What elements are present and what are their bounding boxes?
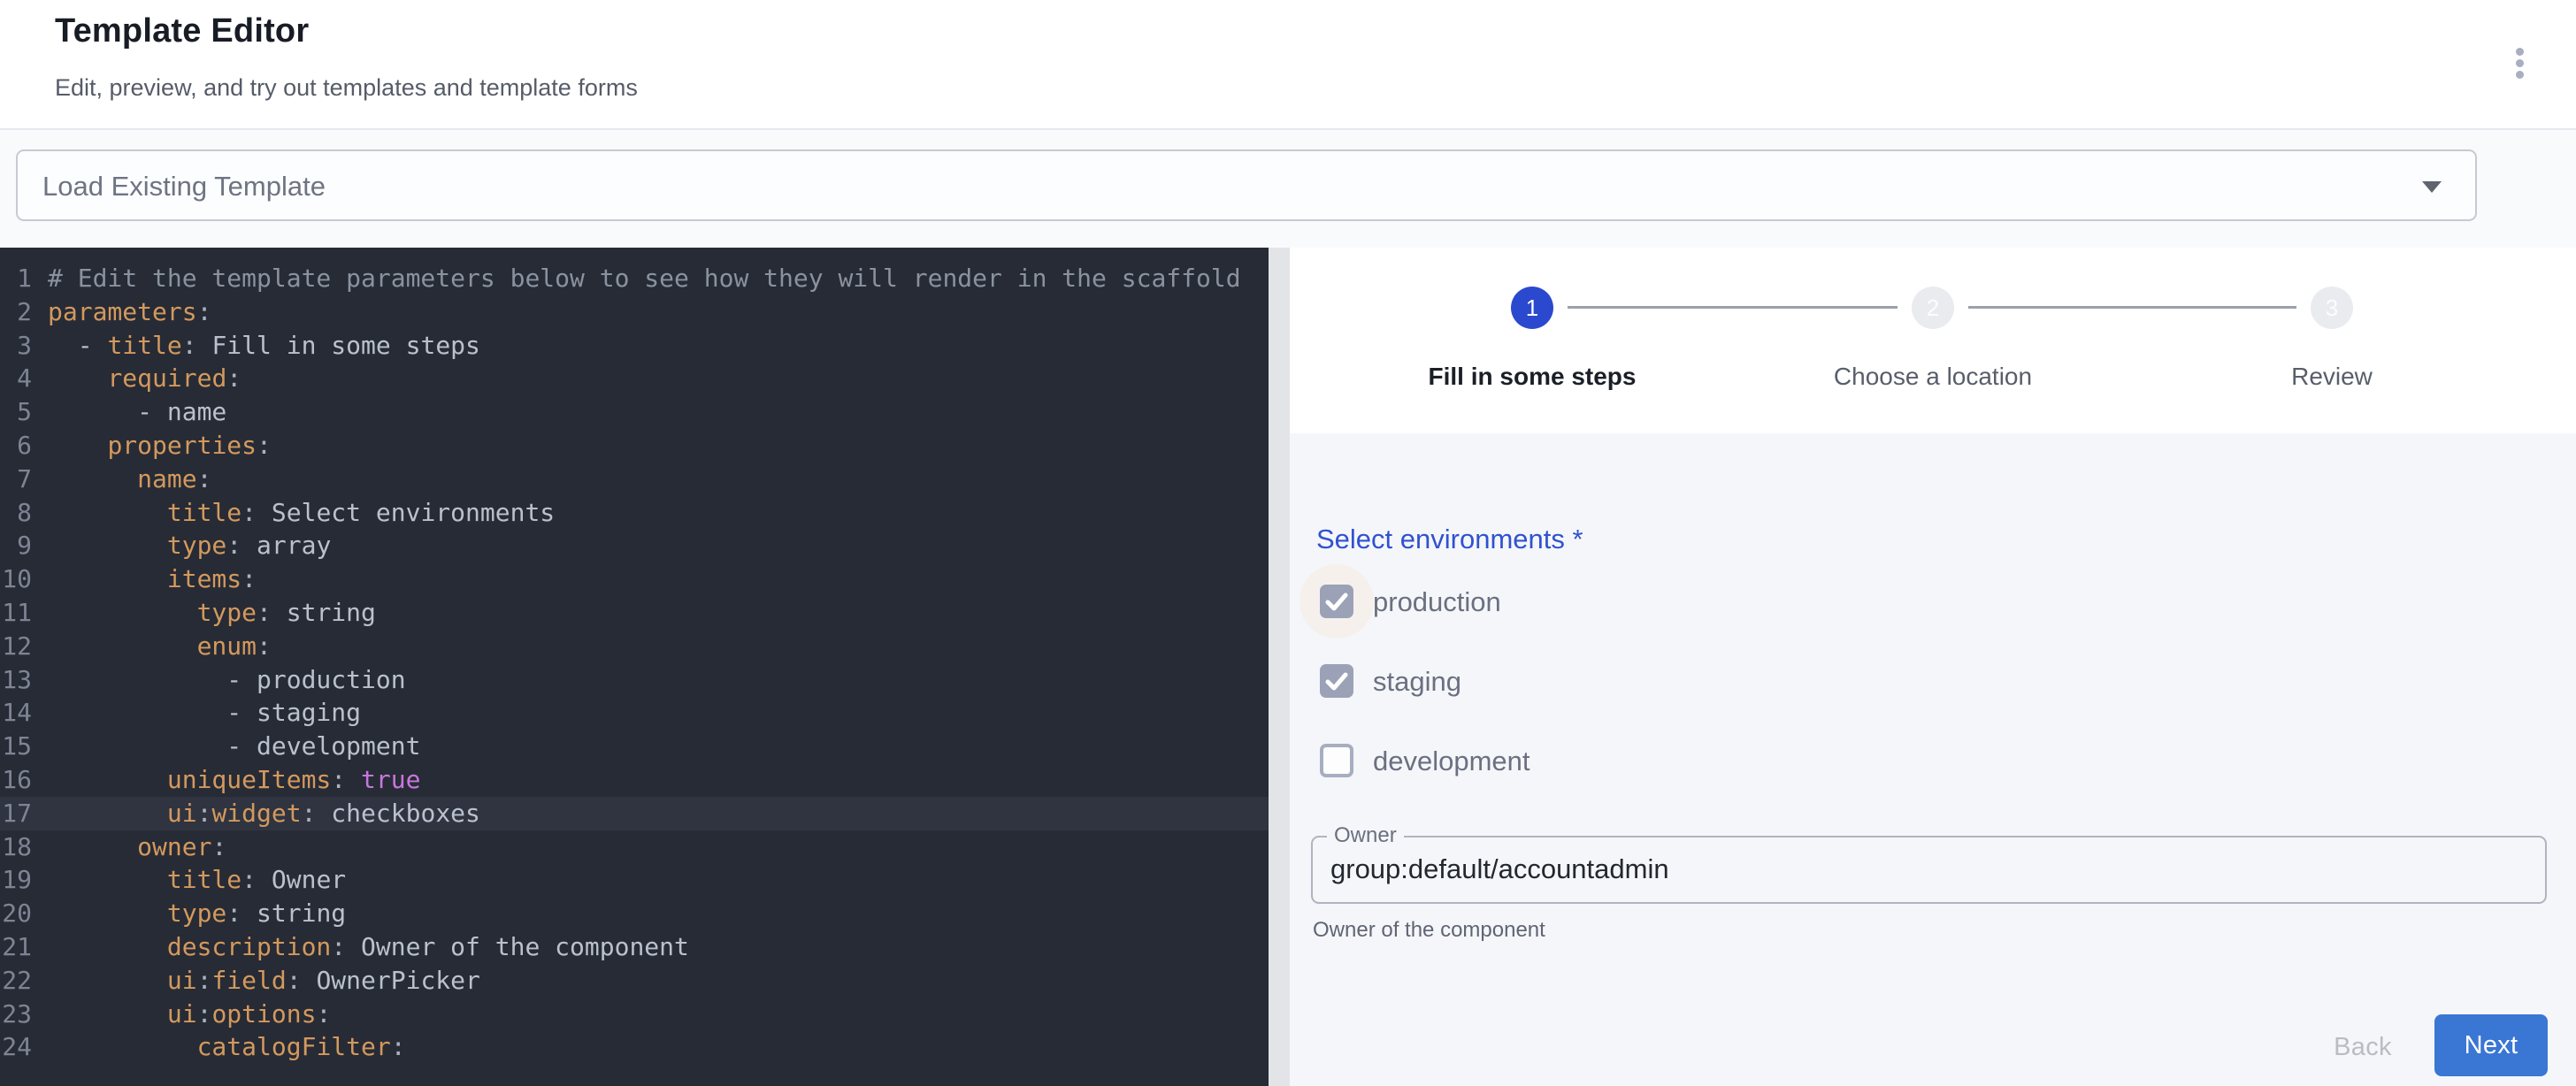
code-line[interactable]: 18 owner: — [0, 830, 1269, 864]
load-template-row: Load Existing Template — [0, 130, 2576, 248]
select-environments-label: Select environments * — [1316, 524, 1583, 555]
line-number: 1 — [0, 262, 32, 295]
code-line[interactable]: 13 - production — [0, 663, 1269, 697]
owner-field-value[interactable]: group:default/accountadmin — [1330, 853, 1669, 885]
step-circle-3[interactable]: 3 — [2311, 287, 2353, 329]
next-button[interactable]: Next — [2434, 1014, 2548, 1076]
code-line[interactable]: 23 ui:options: — [0, 998, 1269, 1031]
line-number: 11 — [0, 596, 32, 630]
line-number: 7 — [0, 463, 32, 496]
code-line[interactable]: 5 - name — [0, 395, 1269, 429]
load-template-placeholder: Load Existing Template — [42, 171, 326, 203]
code-line[interactable]: 14 - staging — [0, 696, 1269, 730]
step-label-3: Review — [2146, 363, 2518, 391]
owner-helper-text: Owner of the component — [1313, 918, 1545, 943]
form-card: Select environments * production staging d… — [1290, 433, 2576, 1086]
code-line[interactable]: 20 type: string — [0, 897, 1269, 930]
code-line[interactable]: 24 catalogFilter: — [0, 1030, 1269, 1064]
line-number: 12 — [0, 630, 32, 663]
line-number: 24 — [0, 1030, 32, 1064]
code-line[interactable]: 10 items: — [0, 562, 1269, 596]
code-line[interactable]: 21 description: Owner of the component — [0, 930, 1269, 964]
checkbox-row-development[interactable]: development — [1290, 744, 1909, 823]
line-number: 16 — [0, 763, 32, 797]
line-number: 4 — [0, 362, 32, 395]
checkbox-row-staging[interactable]: staging — [1290, 664, 1909, 744]
code-line[interactable]: 8 title: Select environments — [0, 496, 1269, 530]
checkbox-label: production — [1373, 586, 1501, 618]
code-line[interactable]: 16 uniqueItems: true — [0, 763, 1269, 797]
step-label-2: Choose a location — [1747, 363, 2119, 391]
line-number: 3 — [0, 329, 32, 363]
line-number: 8 — [0, 496, 32, 530]
line-number: 21 — [0, 930, 32, 964]
code-line[interactable]: 19 title: Owner — [0, 863, 1269, 897]
page-header: Template Editor Edit, preview, and try o… — [0, 0, 2576, 128]
back-button[interactable]: Back — [2307, 1019, 2419, 1075]
page-subtitle: Edit, preview, and try out templates and… — [55, 74, 638, 102]
line-number: 5 — [0, 395, 32, 429]
checkbox-row-production[interactable]: production — [1290, 585, 1909, 664]
required-marker: * — [1565, 524, 1583, 554]
line-number: 15 — [0, 730, 32, 763]
line-number: 9 — [0, 529, 32, 562]
code-line[interactable]: 22 ui:field: OwnerPicker — [0, 964, 1269, 998]
code-line[interactable]: 15 - development — [0, 730, 1269, 763]
line-number: 14 — [0, 696, 32, 730]
load-existing-template-select[interactable]: Load Existing Template — [16, 149, 2477, 221]
unchecked-checkbox-icon[interactable] — [1320, 744, 1353, 777]
stepper-connector — [1968, 306, 2296, 309]
line-number: 18 — [0, 830, 32, 864]
editor-scrollbar[interactable] — [1269, 248, 1290, 1086]
line-number: 23 — [0, 998, 32, 1031]
owner-field[interactable]: Owner group:default/accountadmin — [1311, 836, 2547, 904]
step-circle-2[interactable]: 2 — [1912, 287, 1954, 329]
code-line[interactable]: 9 type: array — [0, 529, 1269, 562]
code-line[interactable]: 4 required: — [0, 362, 1269, 395]
line-number: 20 — [0, 897, 32, 930]
line-number: 17 — [0, 797, 32, 830]
code-line[interactable]: 6 properties: — [0, 429, 1269, 463]
dropdown-arrow-icon[interactable] — [2422, 181, 2442, 193]
code-lines: 1# Edit the template parameters below to… — [0, 248, 1269, 1064]
checkbox-label: development — [1373, 746, 1530, 777]
step-circle-1[interactable]: 1 — [1511, 287, 1553, 329]
code-line[interactable]: 7 name: — [0, 463, 1269, 496]
step-label-1: Fill in some steps — [1346, 363, 1718, 391]
code-line[interactable]: 1# Edit the template parameters below to… — [0, 262, 1269, 295]
line-number: 6 — [0, 429, 32, 463]
owner-field-label: Owner — [1327, 823, 1404, 848]
line-number: 22 — [0, 964, 32, 998]
template-preview-panel: 1 Fill in some steps 2 Choose a location 3 Re… — [1290, 248, 2576, 1086]
checked-checkbox-icon[interactable] — [1320, 664, 1353, 698]
code-line[interactable]: 12 enum: — [0, 630, 1269, 663]
code-line[interactable]: 3 - title: Fill in some steps — [0, 329, 1269, 363]
checked-checkbox-icon[interactable] — [1320, 585, 1353, 618]
line-number: 10 — [0, 562, 32, 596]
code-line[interactable]: 2parameters: — [0, 295, 1269, 329]
page-title: Template Editor — [55, 12, 309, 50]
checkbox-label: staging — [1373, 666, 1461, 698]
line-number: 19 — [0, 863, 32, 897]
line-number: 13 — [0, 663, 32, 697]
kebab-menu-icon[interactable] — [2502, 42, 2537, 88]
line-number: 2 — [0, 295, 32, 329]
code-line[interactable]: 11 type: string — [0, 596, 1269, 630]
yaml-code-editor[interactable]: 1# Edit the template parameters below to… — [0, 248, 1269, 1086]
stepper-connector — [1568, 306, 1898, 309]
code-line[interactable]: 17 ui:widget: checkboxes — [0, 797, 1269, 830]
